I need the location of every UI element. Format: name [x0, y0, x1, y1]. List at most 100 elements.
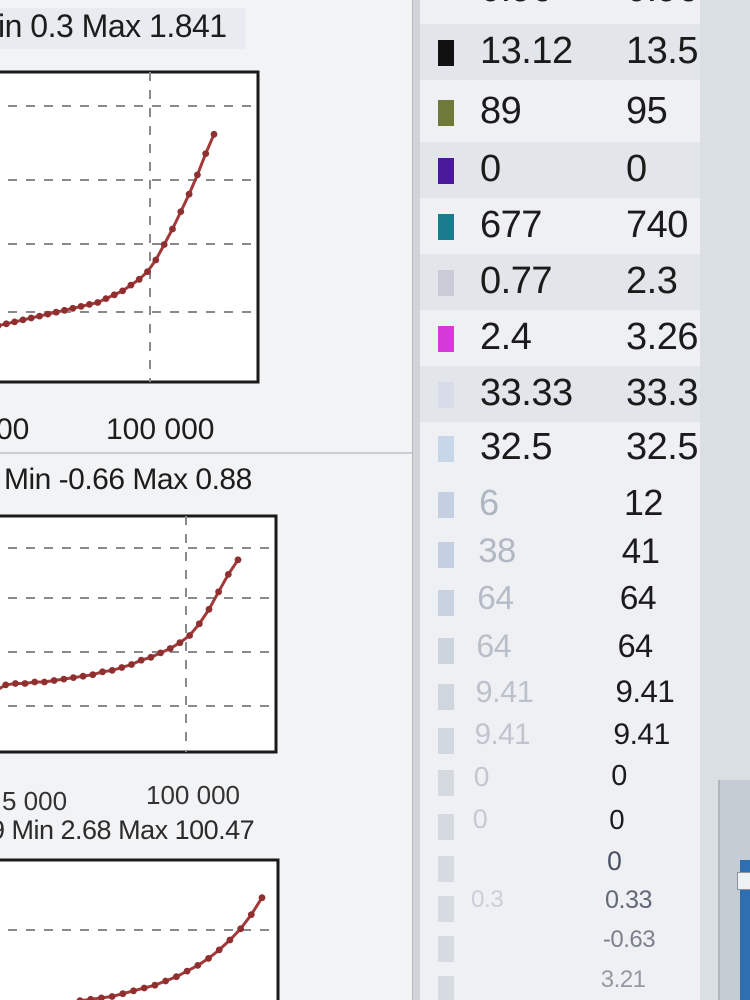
data-point — [119, 990, 127, 998]
data-point — [224, 571, 232, 578]
data-point — [2, 681, 10, 689]
data-point — [110, 291, 118, 299]
cell-max-value: 0 — [626, 148, 647, 190]
series-color-swatch[interactable] — [438, 638, 454, 664]
cell-max-value: -0.63 — [602, 926, 656, 953]
data-point — [2, 320, 10, 328]
data-point — [205, 605, 213, 613]
table-row[interactable]: 6 12 — [420, 476, 700, 532]
data-point — [194, 962, 202, 969]
data-point — [151, 981, 159, 989]
cell-max-value: 95 — [626, 90, 668, 132]
graph-2-plot[interactable] — [0, 500, 412, 800]
series-color-swatch[interactable] — [438, 590, 454, 616]
data-point — [186, 632, 194, 639]
cell-min-value: 9.41 — [474, 718, 531, 751]
data-point — [247, 911, 255, 918]
series-color-swatch[interactable] — [438, 100, 454, 126]
data-point — [86, 301, 93, 308]
series-color-swatch[interactable] — [438, 896, 454, 922]
data-point — [137, 656, 145, 664]
cell-max-value: 3.26 — [626, 316, 698, 358]
data-point — [60, 675, 68, 683]
graph-1-plot[interactable] — [0, 0, 412, 400]
cell-min-value: 6 — [479, 482, 499, 523]
table-row[interactable]: 2.4 3.26 — [420, 310, 700, 366]
data-point — [119, 287, 126, 295]
data-point — [19, 316, 27, 324]
scroll-thumb[interactable] — [737, 872, 750, 890]
cell-min-value: 38 — [478, 532, 516, 570]
right-panel-edge — [700, 0, 750, 1000]
table-row[interactable]: 677 740 — [420, 198, 700, 254]
data-point — [31, 678, 39, 686]
cell-max-value: 32.5 — [626, 426, 698, 468]
data-point — [21, 680, 29, 687]
cell-max-value: 41 — [621, 532, 660, 571]
data-point — [237, 925, 245, 933]
series-color-swatch[interactable] — [438, 270, 454, 296]
series-color-swatch[interactable] — [438, 40, 454, 66]
series-color-swatch[interactable] — [438, 326, 454, 352]
graphs-pane: in 0.3 Max 1.841 00 100 000 Min -0.66 Ma… — [0, 0, 412, 1000]
data-point — [61, 306, 68, 314]
data-point — [169, 225, 176, 233]
table-row[interactable]: 0.77 2.3 — [420, 254, 700, 310]
cell-min-value: 0 — [472, 804, 488, 834]
data-point — [108, 993, 116, 1000]
cell-min-value: 9.41 — [475, 674, 534, 709]
data-point — [215, 588, 223, 596]
graph-2-range-label: Min -0.66 Max 0.88 — [4, 463, 252, 496]
series-color-swatch[interactable] — [438, 214, 454, 240]
plot-frame — [0, 514, 278, 754]
series-color-swatch[interactable] — [438, 158, 454, 184]
cell-min-value: 0 — [480, 148, 501, 190]
series-color-swatch[interactable] — [438, 856, 454, 882]
data-point — [215, 946, 223, 954]
data-point — [147, 653, 155, 661]
cell-min-value: 33.33 — [480, 372, 573, 414]
graph-3-plot[interactable] — [0, 850, 412, 1000]
data-point — [194, 171, 201, 179]
table-row[interactable]: 13.12 13.5: — [420, 24, 700, 80]
data-point — [183, 967, 191, 975]
series-color-swatch[interactable] — [438, 492, 454, 518]
series-color-swatch[interactable] — [438, 436, 454, 462]
data-point — [50, 677, 58, 684]
series-color-swatch[interactable] — [438, 770, 454, 796]
cell-min-value: 0.3 — [471, 886, 504, 913]
data-point — [94, 299, 102, 306]
cell-max-value: 0.96 — [626, 0, 698, 11]
data-point — [102, 295, 110, 302]
cell-min-value: 13.12 — [480, 30, 573, 72]
table-row[interactable]: 33.33 33.3: — [420, 366, 700, 422]
series-color-swatch[interactable] — [438, 728, 454, 754]
graph-2-x-tick-left: 5 000 — [2, 786, 68, 816]
cell-max-value: 12 — [623, 482, 664, 523]
data-point — [70, 674, 77, 681]
data-point — [140, 984, 148, 992]
series-color-swatch[interactable] — [438, 814, 454, 840]
value-table: 0.960.9613.1213.5:8995006777400.772.32.4… — [420, 0, 700, 1000]
graph-1-x-tick-left: 00 — [0, 413, 30, 446]
series-color-swatch[interactable] — [438, 684, 454, 710]
cell-max-value: 0.33 — [605, 886, 653, 914]
cell-min-value: 64 — [476, 628, 512, 664]
data-point — [52, 308, 60, 316]
data-point — [79, 672, 87, 680]
series-color-swatch[interactable] — [438, 382, 454, 408]
table-row[interactable]: 89 95 — [420, 84, 700, 140]
data-point — [135, 275, 143, 283]
data-point — [176, 639, 184, 647]
data-point — [99, 668, 106, 676]
series-color-swatch[interactable] — [438, 976, 454, 1000]
table-row[interactable]: 3.21 — [420, 960, 700, 1000]
table-row[interactable]: 32.5 32.5 — [420, 420, 700, 476]
table-row[interactable]: 00 — [420, 142, 700, 198]
series-color-swatch[interactable] — [438, 936, 454, 962]
cell-max-value: 64 — [619, 580, 657, 617]
cell-max-value: 0 — [609, 804, 625, 835]
data-point — [226, 936, 234, 944]
cell-min-value: 677 — [480, 204, 542, 246]
series-color-swatch[interactable] — [438, 542, 454, 568]
